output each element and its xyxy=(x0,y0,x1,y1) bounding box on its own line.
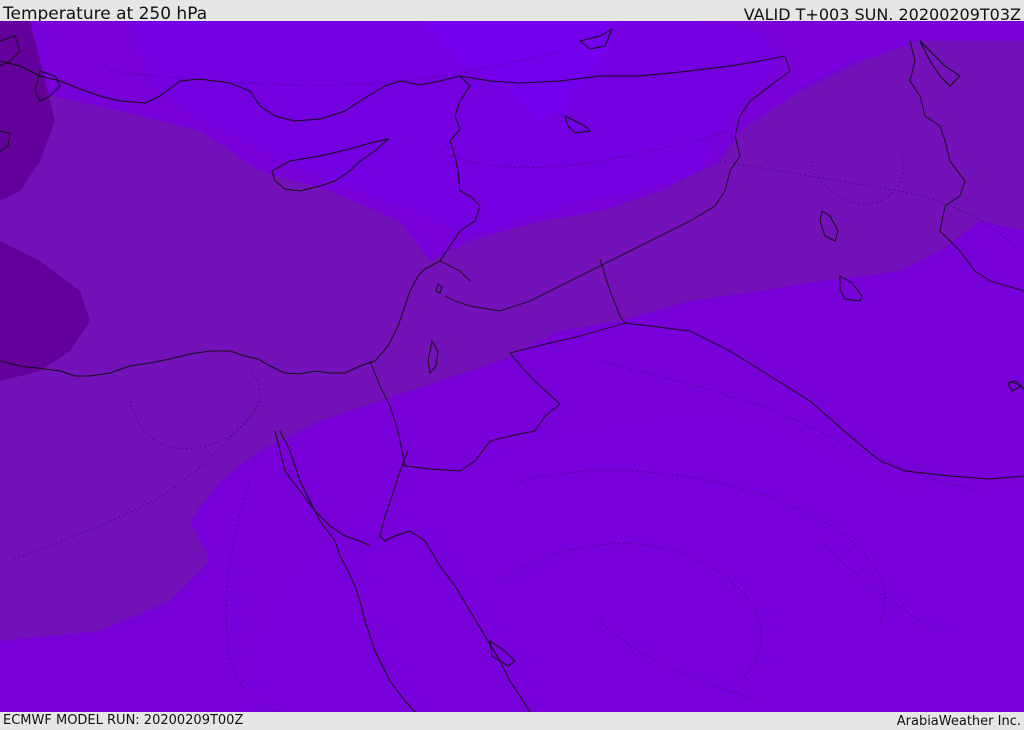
credit-label: ArabiaWeather Inc. xyxy=(896,714,1021,729)
footer-bar: ECMWF MODEL RUN: 20200209T00Z ArabiaWeat… xyxy=(0,712,1024,729)
header-bar: Temperature at 250 hPa VALID T+003 SUN. … xyxy=(0,0,1024,24)
temperature-map[interactable] xyxy=(0,21,1024,712)
model-run-label: ECMWF MODEL RUN: 20200209T00Z xyxy=(3,713,244,728)
map-panel[interactable] xyxy=(0,21,1024,712)
